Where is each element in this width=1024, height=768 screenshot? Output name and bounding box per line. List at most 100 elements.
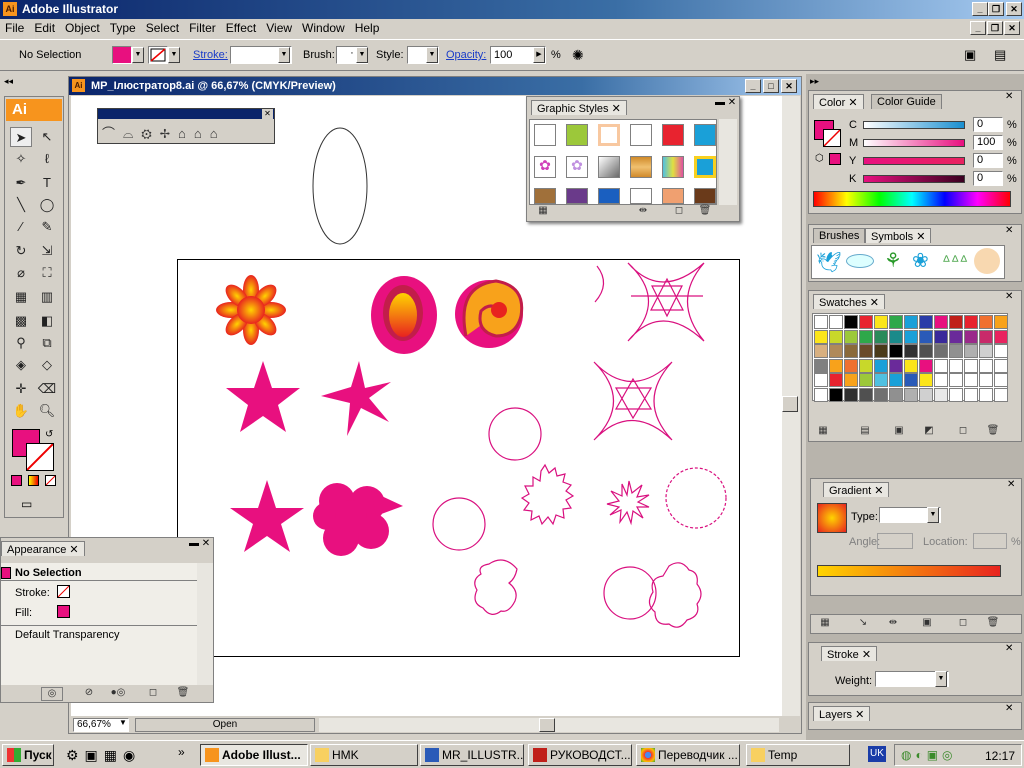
gradient-tool-icon[interactable]: ◧ (36, 311, 58, 331)
style-default[interactable] (534, 124, 556, 146)
swatch[interactable] (829, 329, 843, 344)
new-swatch-icon[interactable]: ◻ (955, 425, 971, 439)
lasso-tool-icon[interactable]: ℓ (36, 149, 58, 169)
swatch[interactable] (949, 387, 963, 402)
horizontal-scroll-thumb[interactable] (539, 718, 555, 732)
swatch[interactable] (814, 358, 828, 373)
task-hmk[interactable]: HMK (310, 744, 418, 766)
task-word[interactable]: MR_ILLUSTR... (420, 744, 524, 766)
channel-c-slider[interactable] (863, 121, 965, 129)
place-icon[interactable]: ↘ (855, 617, 871, 631)
swatch[interactable] (949, 373, 963, 387)
graphic-styles-grid[interactable]: ✿ ✿ (529, 119, 717, 205)
swatch[interactable] (964, 373, 978, 387)
blend-tool-icon[interactable]: ⧉ (36, 333, 58, 353)
color-guide-tab[interactable]: Color Guide (871, 94, 942, 109)
line-tool-icon[interactable]: ╲ (10, 195, 32, 215)
color-panel-close-icon[interactable]: ✕ (1005, 91, 1013, 102)
swatch[interactable] (964, 387, 978, 402)
floating-toolbar-titlebar[interactable] (98, 109, 274, 119)
collapse-icon[interactable]: ◂◂ (4, 76, 13, 87)
clear-appearance-icon[interactable]: ⊘ (81, 687, 97, 701)
gradient-panel-close-icon[interactable]: ✕ (1007, 479, 1015, 490)
swatch[interactable] (829, 344, 843, 358)
stroke-panel-close-icon[interactable]: ✕ (1005, 643, 1013, 654)
symbols-grid[interactable]: 🕊︎ ⚘ ❀ ᐞᐞᐞ (811, 245, 1005, 279)
delete-gradient-icon[interactable]: 🗑︎ (985, 617, 1001, 631)
swatch[interactable] (994, 387, 1008, 402)
scale-tool-icon[interactable]: ⇲ (36, 241, 58, 261)
color-tab[interactable]: Color ✕ (813, 94, 864, 109)
swatch[interactable] (919, 387, 933, 402)
swatches-panel-close-icon[interactable]: ✕ (1005, 291, 1013, 302)
swatch[interactable] (904, 344, 918, 358)
swatch[interactable] (859, 373, 873, 387)
appearance-panel-close-icon[interactable]: ▬ ✕ (189, 538, 210, 549)
transparency-libraries-icon[interactable]: ▦ (817, 617, 833, 631)
options-icon[interactable]: ▣ (919, 617, 935, 631)
rotate-tool-icon[interactable]: ↻ (10, 241, 32, 261)
style-rainbow[interactable] (662, 156, 684, 178)
none-mode-button[interactable] (45, 475, 56, 486)
gradient-angle-field[interactable] (877, 533, 913, 549)
swatch[interactable] (994, 358, 1008, 373)
eraser-tool-icon[interactable]: ⌫ (36, 379, 58, 399)
swatch[interactable] (994, 373, 1008, 387)
style-blue[interactable] (694, 124, 716, 146)
swatch[interactable] (979, 358, 993, 373)
swatch-options-icon[interactable]: ▣ (891, 425, 907, 439)
swatch[interactable] (814, 387, 828, 402)
vertical-scroll-thumb[interactable] (782, 396, 798, 412)
gradient-location-field[interactable] (973, 533, 1007, 549)
menu-filter[interactable]: Filter (184, 19, 221, 35)
duplicate-item-icon[interactable]: ◻ (145, 687, 161, 701)
menu-type[interactable]: Type (105, 19, 141, 35)
swatch[interactable] (919, 329, 933, 344)
pencil-tool-icon[interactable]: ✎ (36, 217, 58, 237)
panel-minimize-icon[interactable]: ▬ ✕ (715, 97, 736, 108)
brushes-tab[interactable]: Brushes (813, 228, 866, 243)
opacity-dropdown[interactable]: ▶ (533, 47, 545, 63)
warp-tool-icon[interactable]: ⌀ (10, 263, 32, 283)
task-temp[interactable]: Temp (746, 744, 850, 766)
swatch[interactable] (979, 344, 993, 358)
restore-button[interactable]: ❐ (988, 2, 1004, 16)
pen-tool-icon[interactable]: ✒ (10, 173, 32, 193)
swatch[interactable] (934, 315, 948, 329)
swatch[interactable] (949, 358, 963, 373)
visibility-toggle-icon[interactable]: ◎ (41, 687, 63, 701)
swatch[interactable] (904, 315, 918, 329)
swatch[interactable] (874, 329, 888, 344)
swatch[interactable] (844, 373, 858, 387)
break-link-icon[interactable]: ⇹ (635, 205, 651, 219)
status-field[interactable]: Open (135, 718, 315, 732)
gradient-mode-button[interactable] (28, 475, 39, 486)
live-paint-selection-tool-icon[interactable]: ◇ (36, 355, 58, 375)
live-paint-tool-icon[interactable]: ◈ (10, 355, 32, 375)
swatch[interactable] (919, 373, 933, 387)
style-gold[interactable] (630, 156, 652, 178)
swatch[interactable] (844, 344, 858, 358)
delete-item-icon[interactable]: 🗑︎ (175, 687, 191, 701)
menu-file[interactable]: File (0, 19, 29, 35)
gradient-type-dropdown[interactable]: ▼ (927, 507, 939, 523)
style-gray-bevel[interactable] (598, 156, 620, 178)
swatch[interactable] (979, 373, 993, 387)
swatch[interactable] (919, 315, 933, 329)
floating-toolbar-close-icon[interactable]: ✕ (262, 109, 273, 119)
swatch[interactable] (874, 387, 888, 402)
panel-menu-icon[interactable]: ▤ (994, 47, 1006, 63)
swatch[interactable] (904, 358, 918, 373)
recolor-icon[interactable]: ✺ (572, 47, 584, 64)
swatch[interactable] (964, 344, 978, 358)
channel-k-value[interactable]: 0 (973, 171, 1003, 186)
graph-tool-icon[interactable]: ▥ (36, 287, 58, 307)
swatches-grid[interactable] (812, 313, 1008, 402)
gradient-tab[interactable]: Gradient ✕ (823, 482, 890, 497)
slice-tool-icon[interactable]: ✛ (10, 379, 32, 399)
swatch[interactable] (829, 358, 843, 373)
zoom-dropdown[interactable]: ▼ (119, 718, 127, 727)
magic-wand-tool-icon[interactable]: ✧ (10, 149, 32, 169)
style-flower-pink[interactable]: ✿ (534, 156, 556, 178)
swatch[interactable] (859, 344, 873, 358)
